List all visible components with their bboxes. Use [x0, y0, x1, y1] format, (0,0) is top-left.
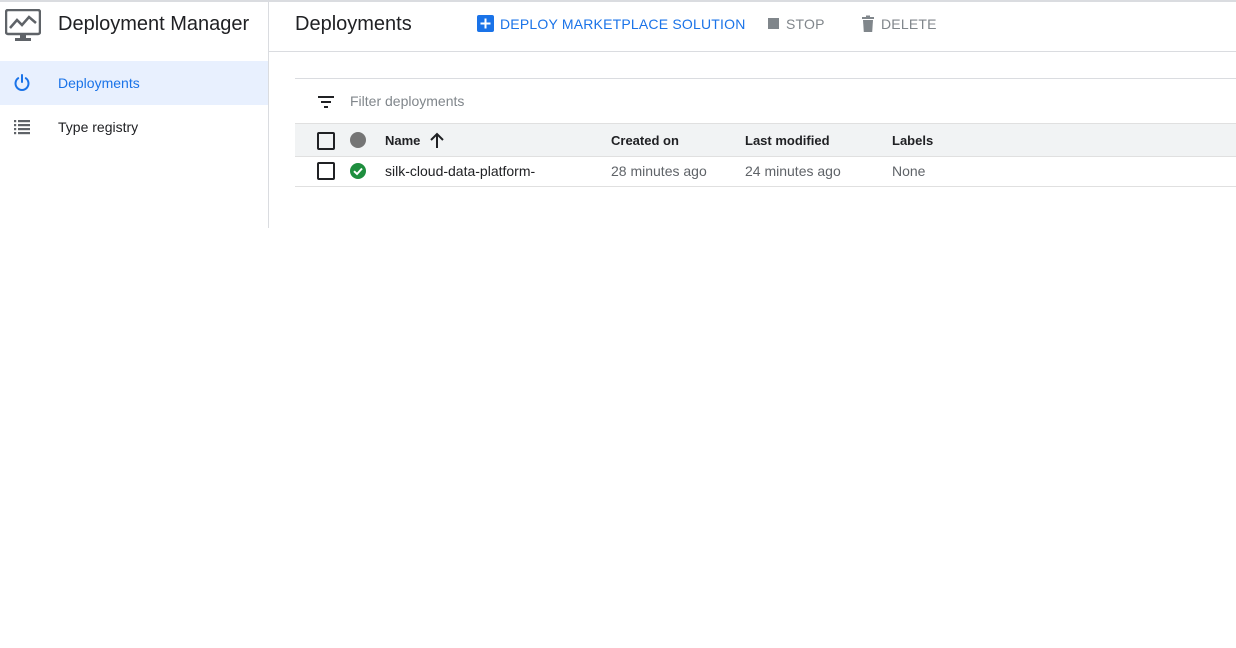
- select-all-checkbox[interactable]: [317, 132, 335, 150]
- filter-icon[interactable]: [317, 93, 335, 111]
- last-modified-value: 24 minutes ago: [745, 163, 841, 179]
- created-on-value: 28 minutes ago: [611, 163, 707, 179]
- labels-value: None: [892, 163, 926, 179]
- stop-label: STOP: [786, 16, 825, 32]
- header-divider: [268, 51, 1236, 52]
- sidebar-header: Deployment Manager: [0, 2, 268, 51]
- monitor-chart-icon: [5, 9, 41, 41]
- page-title: Deployments: [295, 13, 412, 35]
- trash-icon: [862, 15, 874, 32]
- sidebar-item-deployments[interactable]: Deployments: [0, 61, 268, 105]
- sidebar-item-label: Type registry: [58, 119, 139, 135]
- row-checkbox[interactable]: [317, 162, 335, 180]
- app-title: Deployment Manager: [58, 13, 250, 35]
- list-icon: [14, 120, 30, 135]
- sidebar-item-label: Deployments: [58, 75, 140, 91]
- column-header-name[interactable]: Name: [385, 133, 420, 148]
- table-top-border: [295, 78, 1236, 79]
- column-header-labels[interactable]: Labels: [892, 133, 933, 148]
- table-header: Name Created on Last modified Labels: [295, 123, 1236, 157]
- deploy-marketplace-solution-label: DEPLOY MARKETPLACE SOLUTION: [500, 16, 746, 32]
- sidebar: Deployment Manager Deployments Type regi…: [0, 2, 269, 228]
- deployment-name-link[interactable]: silk-cloud-data-platform-: [385, 163, 535, 179]
- filter-input[interactable]: [346, 90, 754, 112]
- sidebar-item-type-registry[interactable]: Type registry: [0, 105, 268, 149]
- stop-icon: [768, 18, 779, 29]
- add-box-icon: [477, 15, 494, 32]
- check-circle-icon: [350, 163, 366, 179]
- table-row[interactable]: silk-cloud-data-platform- 28 minutes ago…: [295, 156, 1236, 187]
- column-header-modified[interactable]: Last modified: [745, 133, 830, 148]
- arrow-up-icon[interactable]: [429, 131, 445, 149]
- column-header-created[interactable]: Created on: [611, 133, 679, 148]
- status-column-icon: [350, 132, 366, 148]
- power-icon: [14, 74, 30, 91]
- delete-label: DELETE: [881, 16, 937, 32]
